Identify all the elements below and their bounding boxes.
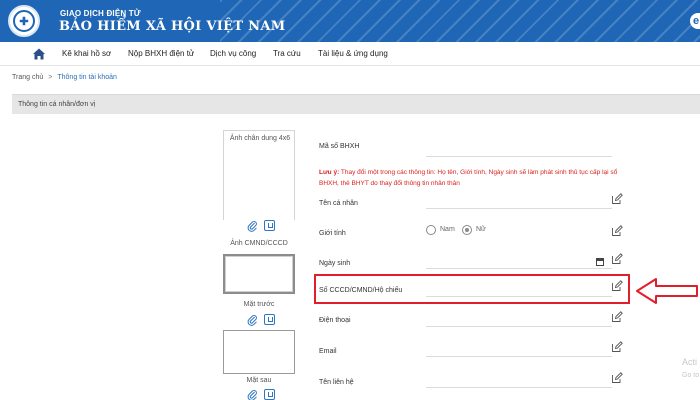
breadcrumb: Trang chủ > Thông tin tài khoản bbox=[12, 74, 117, 81]
main-nav: Kê khai hồ sơ Nộp BHXH điện tử Dịch vụ c… bbox=[0, 42, 700, 66]
section-header: Thông tin cá nhân/đơn vị bbox=[12, 94, 700, 114]
breadcrumb-current[interactable]: Thông tin tài khoản bbox=[57, 74, 117, 81]
home-icon[interactable] bbox=[31, 46, 47, 62]
annotation-arrow-icon bbox=[636, 278, 698, 304]
bhxh-number-label: Mã số BHXH bbox=[319, 143, 360, 150]
activation-watermark: Acti Go to bbox=[682, 355, 699, 383]
id-back-photo[interactable] bbox=[223, 330, 295, 374]
portrait-photo-card[interactable]: Ảnh chân dung 4x6 bbox=[223, 130, 295, 220]
portrait-label: Ảnh chân dung 4x6 bbox=[229, 135, 291, 142]
name-field[interactable] bbox=[426, 208, 612, 209]
nav-item-tra-cuu[interactable]: Tra cứu bbox=[273, 49, 301, 58]
warning-note-prefix: Lưu ý: bbox=[319, 169, 340, 176]
phone-field[interactable] bbox=[426, 326, 612, 327]
paperclip-icon[interactable] bbox=[247, 389, 258, 400]
bhxh-logo[interactable]: ✚ bbox=[8, 5, 40, 37]
gender-radio-female[interactable] bbox=[462, 225, 472, 235]
nav-item-dich-vu-cong[interactable]: Dịch vụ công bbox=[210, 49, 256, 58]
highlight-box bbox=[314, 274, 630, 304]
edit-icon[interactable] bbox=[611, 253, 623, 265]
paperclip-icon[interactable] bbox=[247, 314, 258, 326]
name-label: Tên cá nhân bbox=[319, 200, 358, 207]
header-right-badge[interactable]: e bbox=[690, 13, 700, 29]
paperclip-icon[interactable] bbox=[247, 220, 258, 232]
top-header: ✚ GIAO DỊCH ĐIỆN TỬ BẢO HIỂM XÃ HỘI VIỆT… bbox=[0, 0, 700, 42]
nav-item-tai-lieu[interactable]: Tài liệu & ứng dụng bbox=[318, 49, 388, 58]
id-card-label: Ảnh CMND/CCCD bbox=[230, 240, 288, 247]
bhxh-number-underline bbox=[426, 156, 612, 157]
section-title: Thông tin cá nhân/đơn vị bbox=[18, 101, 96, 108]
upload-icon[interactable] bbox=[264, 314, 275, 325]
gender-option-female: Nữ bbox=[476, 226, 486, 233]
back-side-label: Mặt sau bbox=[246, 377, 272, 384]
dob-label: Ngày sinh bbox=[319, 260, 351, 267]
nav-item-ke-khai[interactable]: Kê khai hồ sơ bbox=[62, 49, 111, 58]
id-front-photo[interactable] bbox=[223, 254, 295, 294]
calendar-icon[interactable] bbox=[596, 258, 604, 266]
email-field[interactable] bbox=[426, 356, 612, 357]
back-actions bbox=[247, 389, 275, 400]
edit-icon[interactable] bbox=[611, 341, 623, 353]
warning-note-text: Thay đổi một trong các thông tin: Họ tên… bbox=[319, 169, 618, 187]
edit-icon[interactable] bbox=[611, 372, 623, 384]
upload-icon[interactable] bbox=[264, 220, 275, 231]
edit-icon[interactable] bbox=[611, 311, 623, 323]
brand-title: BẢO HIỂM XÃ HỘI VIỆT NAM bbox=[59, 19, 286, 34]
gender-label: Giới tính bbox=[319, 230, 346, 237]
edit-icon[interactable] bbox=[611, 193, 623, 205]
dob-field[interactable] bbox=[426, 268, 612, 269]
upload-icon[interactable] bbox=[264, 389, 275, 400]
warning-note: Lưu ý: Thay đổi một trong các thông tin:… bbox=[319, 167, 625, 189]
watermark-line1: Acti bbox=[682, 357, 698, 367]
nav-item-nop-bhxh[interactable]: Nộp BHXH điện tử bbox=[128, 49, 194, 58]
watermark-line2: Go to bbox=[682, 372, 700, 379]
email-label: Email bbox=[319, 348, 337, 355]
phone-label: Điện thoại bbox=[319, 317, 351, 324]
contact-name-field[interactable] bbox=[426, 387, 612, 388]
front-actions bbox=[247, 314, 275, 326]
front-side-label: Mặt trước bbox=[243, 301, 275, 308]
brand-subtitle: GIAO DỊCH ĐIỆN TỬ bbox=[60, 9, 141, 18]
portrait-actions bbox=[247, 220, 275, 232]
contact-name-label: Tên liên hệ bbox=[319, 379, 354, 386]
header-pattern bbox=[220, 0, 700, 42]
logo-emblem-icon: ✚ bbox=[13, 10, 35, 32]
edit-icon[interactable] bbox=[611, 225, 623, 237]
breadcrumb-home[interactable]: Trang chủ bbox=[12, 74, 43, 81]
gender-option-male: Nam bbox=[440, 226, 455, 233]
breadcrumb-separator: > bbox=[48, 74, 53, 81]
gender-radio-male[interactable] bbox=[426, 225, 436, 235]
